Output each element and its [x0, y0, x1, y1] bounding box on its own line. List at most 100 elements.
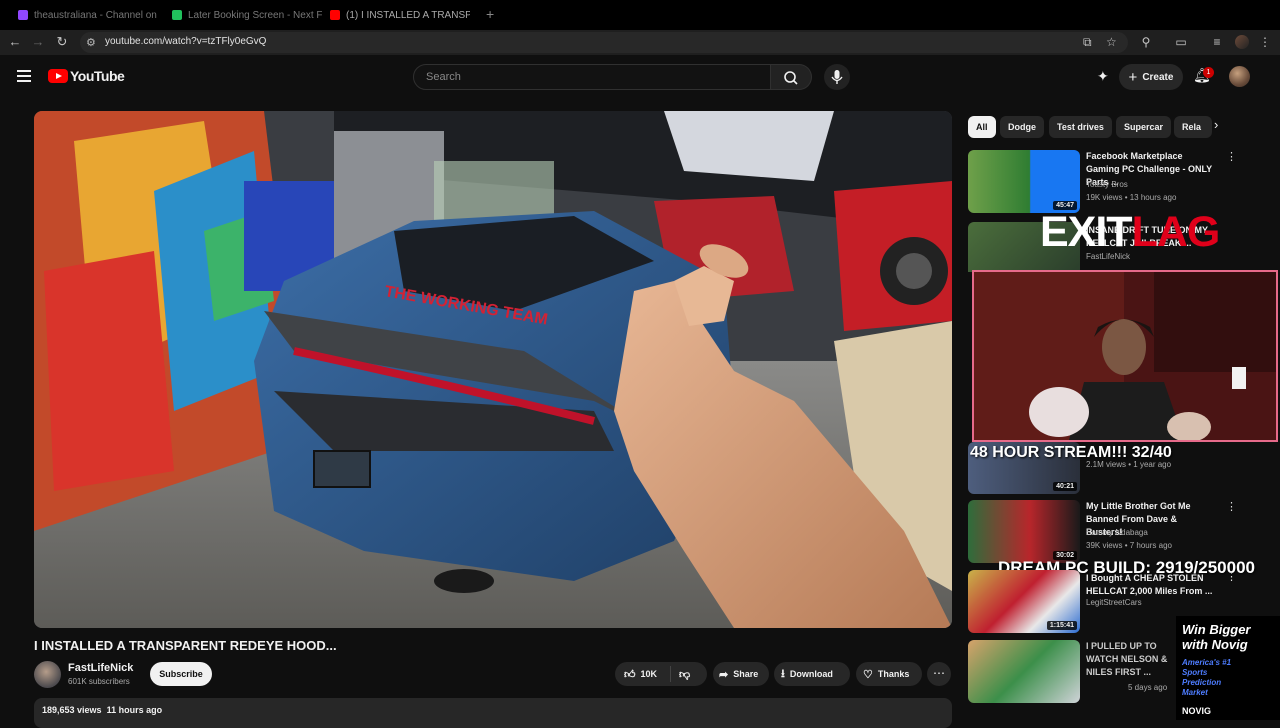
super-thanks-icon: ♡ [863, 668, 873, 681]
video-thumbnail[interactable]: 1:15:41 [968, 570, 1080, 633]
voice-search-button[interactable] [824, 64, 850, 90]
rec-channel[interactable]: Toasty Bros [1086, 180, 1128, 189]
browser-menu-icon[interactable]: ⋮ [1258, 35, 1272, 49]
chevron-right-icon[interactable]: › [1214, 117, 1218, 132]
tab-label: theaustraliana - Channel on Tw... [34, 9, 158, 21]
cast-icon[interactable]: ▭ [1174, 35, 1188, 49]
back-arrow-icon[interactable]: ← [7, 34, 23, 50]
youtube-logo[interactable]: YouTube [48, 68, 125, 84]
rec-title[interactable]: I PULLED UP TO WATCH NELSON & NILES FIRS… [1086, 640, 1186, 679]
logo-text: YouTube [70, 68, 125, 84]
url-text[interactable]: youtube.com/watch?v=tzTFly0eGvQ [105, 36, 266, 47]
duration-badge: 40:21 [1053, 482, 1077, 491]
search-button[interactable] [771, 64, 812, 90]
youtube-header: YouTube ✦ + Create 🔔︎ 1 [0, 55, 1280, 100]
ad-subheadline: America's #1 Sports Prediction Market [1182, 658, 1232, 697]
microphone-icon [831, 70, 843, 84]
download-button[interactable]: ⭳ Download [774, 662, 850, 686]
subscribe-button[interactable]: Subscribe [150, 662, 212, 686]
create-label: Create [1142, 71, 1174, 83]
bookmark-star-icon[interactable]: ☆ [1106, 35, 1117, 49]
more-horizontal-icon: ⋯ [933, 666, 945, 680]
video-title: I INSTALLED A TRANSPARENT REDEYE HOOD... [34, 638, 337, 653]
streamer-webcam-overlay [972, 270, 1278, 442]
like-count: 10K [640, 669, 658, 679]
rec-age: 5 days ago [1128, 683, 1168, 692]
browser-tab-active[interactable]: (1) I INSTALLED A TRANSP... [330, 4, 470, 26]
view-count: 189,653 views [42, 705, 102, 715]
rec-age: 13 hours ago [1129, 193, 1177, 202]
rec-channel[interactable]: LegitStreetCars [1086, 598, 1142, 607]
create-button[interactable]: + Create [1119, 64, 1183, 90]
share-button[interactable]: ➦ Share [713, 662, 769, 686]
description-box[interactable] [34, 698, 952, 728]
tab-label: (1) I INSTALLED A TRANSP... [346, 9, 470, 21]
omnibox[interactable]: ⚙ youtube.com/watch?v=tzTFly0eGvQ ⧉ ☆ [80, 32, 1128, 53]
tab-label: Later Booking Screen - Next F... [188, 9, 322, 21]
kebab-menu-icon[interactable]: ⋮ [1226, 150, 1237, 163]
chip-related[interactable]: Rela [1174, 116, 1212, 138]
logo-red-part: LAG [1131, 208, 1221, 256]
ad-brand: NOVIG [1182, 706, 1212, 716]
browser-profile-avatar[interactable] [1235, 35, 1249, 49]
chip-dodge[interactable]: Dodge [1000, 116, 1044, 138]
exitlag-overlay-logo: EXITLAG [1040, 208, 1221, 257]
filter-chips: All Dodge Test drives Supercar Rela [968, 116, 1228, 138]
rec-meta: 39K views • 7 hours ago [1086, 541, 1172, 550]
account-avatar[interactable] [1229, 66, 1250, 87]
search-input[interactable] [414, 65, 770, 89]
new-tab-button[interactable]: + [486, 6, 494, 22]
forward-arrow-icon[interactable]: → [30, 34, 46, 50]
reading-list-icon[interactable]: ≡ [1210, 35, 1224, 49]
kebab-menu-icon[interactable]: ⋮ [1226, 570, 1237, 583]
browser-tab[interactable]: theaustraliana - Channel on Tw... [18, 4, 158, 26]
rec-age: 7 hours ago [1129, 541, 1172, 550]
channel-name[interactable]: FastLifeNick [68, 662, 133, 674]
share-arrow-icon: ➦ [719, 668, 729, 681]
ad-headline: Win Bigger with Novig [1182, 622, 1251, 652]
plus-icon: + [1128, 68, 1138, 86]
recommended-video[interactable]: 45:47 Facebook Marketplace Gaming PC Cha… [968, 150, 1268, 216]
ad-headline-line1: Win Bigger [1182, 622, 1251, 637]
notification-count-badge: 1 [1203, 67, 1214, 78]
thanks-button[interactable]: ♡ Thanks [856, 662, 922, 686]
youtube-play-icon [48, 69, 68, 83]
extensions-icon[interactable]: ⚲ [1139, 35, 1153, 49]
chip-all[interactable]: All [968, 116, 996, 138]
channel-avatar[interactable] [34, 661, 61, 688]
like-button[interactable]: 👍︎ 10K [615, 666, 671, 682]
hamburger-menu-icon[interactable] [17, 70, 31, 82]
duration-badge: 1:15:41 [1046, 621, 1077, 630]
novig-ad-overlay: Win Bigger with Novig America's #1 Sport… [1176, 616, 1280, 720]
reload-icon[interactable]: ↻ [54, 34, 70, 50]
view-count-and-date: 189,653 views 11 hours ago [42, 705, 162, 715]
studio-sparkle-icon[interactable]: ✦ [1097, 68, 1109, 85]
rec-channel[interactable]: Sammy Ndabaga [1086, 528, 1148, 537]
browser-tab[interactable]: Later Booking Screen - Next F... [172, 4, 322, 26]
youtube-favicon-icon [330, 10, 340, 20]
chip-test-drives[interactable]: Test drives [1049, 116, 1112, 138]
chip-supercar[interactable]: Supercar [1116, 116, 1172, 138]
rec-title[interactable]: I Bought A CHEAP STOLEN HELLCAT 2,000 Mi… [1086, 572, 1216, 598]
site-favicon-icon [172, 10, 182, 20]
download-icon: ⭳ [781, 667, 785, 680]
video-thumbnail[interactable] [968, 640, 1080, 703]
video-frame-garage-scene: THE WORKING TEAM [34, 111, 952, 628]
kebab-menu-icon[interactable]: ⋮ [1226, 500, 1237, 513]
video-thumbnail[interactable]: 30:02 [968, 500, 1080, 563]
install-app-icon[interactable]: ⧉ [1083, 35, 1092, 50]
dislike-button[interactable]: 👎︎ [671, 668, 690, 681]
browser-tab-strip: theaustraliana - Channel on Tw... Later … [0, 0, 1280, 30]
address-bar-row: ← → ↻ ⚙ youtube.com/watch?v=tzTFly0eGvQ … [0, 30, 1280, 55]
more-actions-button[interactable]: ⋯ [927, 662, 951, 686]
webcam-frame [974, 272, 1276, 440]
video-thumbnail[interactable]: 45:47 [968, 150, 1080, 213]
site-info-icon[interactable]: ⚙ [86, 36, 96, 49]
video-player[interactable]: THE WORKING TEAM [34, 111, 952, 628]
ad-headline-line2: with Novig [1182, 637, 1248, 652]
twitch-favicon-icon [18, 10, 28, 20]
thanks-label: Thanks [877, 669, 910, 679]
rec-views: 39K views [1086, 541, 1123, 550]
recommended-video[interactable]: 30:02 My Little Brother Got Me Banned Fr… [968, 500, 1268, 563]
rec-title-overlay: 48 HOUR STREAM!!! 32/40 [970, 444, 1172, 461]
